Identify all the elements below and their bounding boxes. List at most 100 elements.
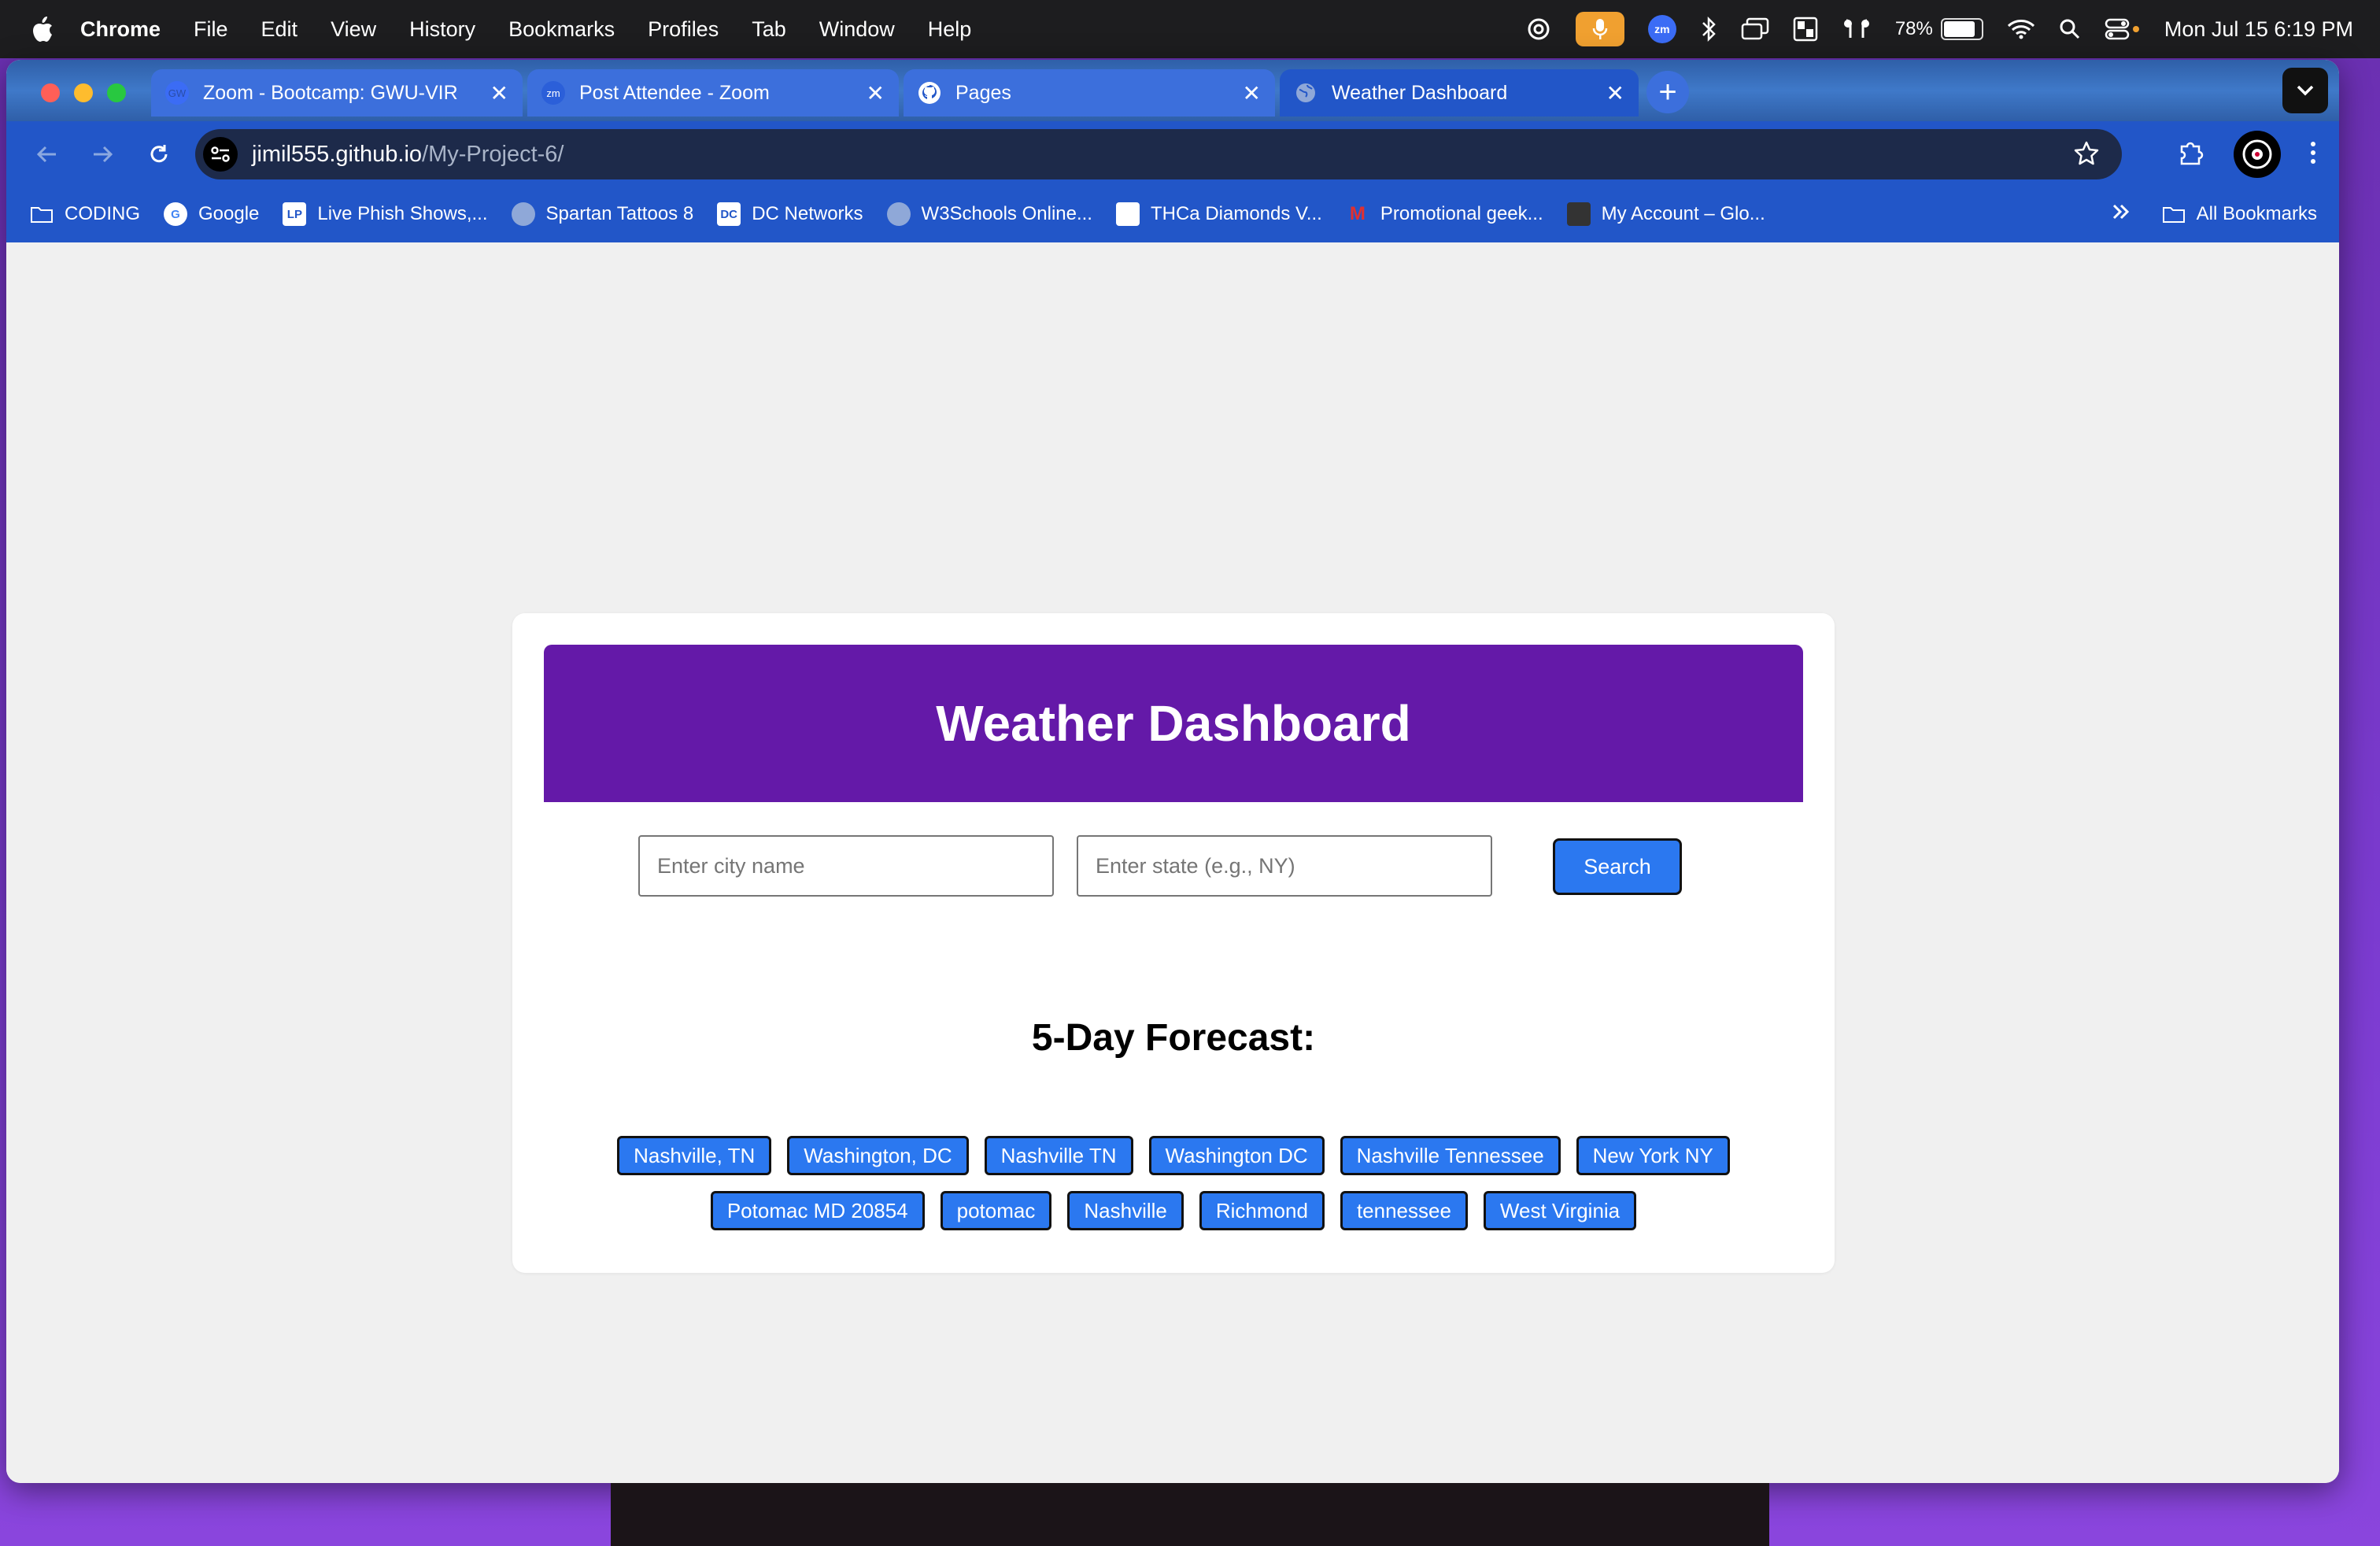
history-row: Nashville, TN Washington, DC Nashville T… <box>617 1136 1730 1175</box>
search-history: Nashville, TN Washington, DC Nashville T… <box>512 1136 1835 1230</box>
city-input[interactable] <box>638 835 1054 897</box>
close-tab-icon[interactable]: ✕ <box>490 80 508 106</box>
tab-title: Pages <box>955 81 1011 104</box>
history-button-washington-dc-2[interactable]: Washington DC <box>1148 1136 1325 1175</box>
close-window-button[interactable] <box>41 83 60 102</box>
forward-button[interactable] <box>87 139 118 170</box>
openai-icon[interactable] <box>1525 16 1552 43</box>
bookmark-thca-diamonds[interactable]: THCa Diamonds V... <box>1115 202 1322 226</box>
tab-pages[interactable]: Pages ✕ <box>904 69 1275 117</box>
window-controls <box>41 83 126 102</box>
history-button-potomac[interactable]: potomac <box>940 1191 1052 1230</box>
more-menu-icon[interactable] <box>2309 140 2317 169</box>
promo-icon: M <box>1349 203 1366 224</box>
history-button-richmond[interactable]: Richmond <box>1199 1191 1325 1230</box>
tab-zoom-bootcamp[interactable]: GW Zoom - Bootcamp: GWU-VIR ✕ <box>151 69 523 117</box>
history-button-nashville-tn-2[interactable]: Nashville TN <box>984 1136 1133 1175</box>
new-tab-button[interactable]: + <box>1646 71 1689 113</box>
page-title: Weather Dashboard <box>936 695 1411 752</box>
bookmarks-overflow-area: All Bookmarks <box>2112 186 2317 242</box>
menu-edit[interactable]: Edit <box>261 17 298 42</box>
menu-tab[interactable]: Tab <box>752 17 786 42</box>
bookmark-w3schools[interactable]: W3Schools Online... <box>886 202 1092 226</box>
state-input[interactable] <box>1077 835 1492 897</box>
tab-title: Weather Dashboard <box>1332 81 1508 104</box>
history-button-washington-dc[interactable]: Washington, DC <box>787 1136 969 1175</box>
thca-icon <box>1115 202 1140 226</box>
window-layout-icon[interactable] <box>1793 17 1818 42</box>
search-form: Search <box>512 835 1835 897</box>
globe-favicon-icon <box>1294 81 1318 105</box>
bookmark-star-icon[interactable] <box>2073 140 2100 173</box>
background-window-peek <box>611 1483 1769 1546</box>
wifi-icon[interactable] <box>2007 18 2035 40</box>
macos-menu-bar: Chrome File Edit View History Bookmarks … <box>0 0 2380 58</box>
extensions-icon[interactable] <box>2177 139 2205 171</box>
bookmark-google[interactable]: G Google <box>164 202 259 226</box>
screen-mirroring-icon[interactable] <box>1741 17 1769 41</box>
minimize-window-button[interactable] <box>74 83 93 102</box>
spotlight-search-icon[interactable] <box>2059 18 2081 40</box>
bookmark-label: DC Networks <box>752 203 863 224</box>
search-button[interactable]: Search <box>1553 838 1682 895</box>
bluetooth-icon[interactable] <box>1700 16 1717 43</box>
history-button-new-york-ny[interactable]: New York NY <box>1576 1136 1730 1175</box>
reload-icon <box>150 145 168 163</box>
page-viewport: Weather Dashboard Search 5-Day Forecast:… <box>6 242 2339 1483</box>
menu-bookmarks[interactable]: Bookmarks <box>508 17 615 42</box>
menu-help[interactable]: Help <box>928 17 972 42</box>
history-button-nashville-tn[interactable]: Nashville, TN <box>617 1136 772 1175</box>
history-button-nashville-tennessee[interactable]: Nashville Tennessee <box>1340 1136 1561 1175</box>
history-row: Potomac MD 20854 potomac Nashville Richm… <box>710 1191 1637 1230</box>
dashboard-card: Weather Dashboard Search 5-Day Forecast:… <box>512 613 1835 1273</box>
close-tab-icon[interactable]: ✕ <box>867 80 885 106</box>
back-button[interactable] <box>31 139 63 170</box>
bookmark-spartan-tattoos[interactable]: Spartan Tattoos 8 <box>511 202 693 226</box>
control-center-icon[interactable] <box>2105 18 2141 40</box>
menu-chrome[interactable]: Chrome <box>80 17 161 42</box>
menu-file[interactable]: File <box>194 17 228 42</box>
tab-search-button[interactable] <box>2282 68 2328 113</box>
account-icon <box>1566 202 1591 226</box>
bookmark-label: Promotional geek... <box>1380 203 1543 224</box>
chevron-double-right-icon[interactable] <box>2112 203 2131 226</box>
menu-window[interactable]: Window <box>819 17 895 42</box>
menu-history[interactable]: History <box>409 17 475 42</box>
globe-icon <box>511 202 535 226</box>
google-icon: G <box>164 202 187 226</box>
menubar-clock[interactable]: Mon Jul 15 6:19 PM <box>2164 17 2353 42</box>
tab-post-attendee-zoom[interactable]: zm Post Attendee - Zoom ✕ <box>527 69 899 117</box>
url-host: jimil555.github.io <box>252 141 423 167</box>
menu-view[interactable]: View <box>331 17 376 42</box>
microphone-icon[interactable] <box>1575 12 1624 46</box>
zoom-icon[interactable]: zm <box>1647 15 1676 43</box>
apple-logo-icon[interactable] <box>31 16 54 43</box>
tab-strip: GW Zoom - Bootcamp: GWU-VIR ✕ zm Post At… <box>6 60 2339 121</box>
bookmark-label: THCa Diamonds V... <box>1150 203 1322 224</box>
bookmark-promotional-geek[interactable]: M Promotional geek... <box>1346 202 1543 226</box>
battery-status[interactable]: 78% <box>1895 18 1983 40</box>
maximize-window-button[interactable] <box>107 83 126 102</box>
history-button-nashville[interactable]: Nashville <box>1067 1191 1184 1230</box>
bookmark-dc-networks[interactable]: DC DC Networks <box>717 202 863 226</box>
profile-avatar[interactable] <box>2234 131 2281 178</box>
folder-icon <box>30 202 54 226</box>
menu-profiles[interactable]: Profiles <box>648 17 719 42</box>
bookmark-live-phish[interactable]: LP Live Phish Shows,... <box>283 202 488 226</box>
history-button-west-virginia[interactable]: West Virginia <box>1483 1191 1637 1230</box>
airpods-icon[interactable] <box>1842 17 1872 41</box>
all-bookmarks-label: All Bookmarks <box>2196 203 2317 224</box>
close-tab-icon[interactable]: ✕ <box>1606 80 1624 106</box>
site-info-icon[interactable] <box>203 137 238 172</box>
bookmark-coding[interactable]: CODING <box>30 202 140 226</box>
history-button-potomac-md[interactable]: Potomac MD 20854 <box>710 1191 925 1230</box>
tab-weather-dashboard[interactable]: Weather Dashboard ✕ <box>1280 69 1639 117</box>
history-button-tennessee[interactable]: tennessee <box>1340 1191 1468 1230</box>
address-bar[interactable]: jimil555.github.io/My-Project-6/ <box>195 129 2122 179</box>
gw-favicon-icon: GW <box>165 81 189 105</box>
all-bookmarks-button[interactable]: All Bookmarks <box>2162 202 2317 226</box>
reload-button[interactable] <box>143 139 175 170</box>
bookmark-my-account[interactable]: My Account – Glo... <box>1566 202 1765 226</box>
tab-title: Zoom - Bootcamp: GWU-VIR <box>203 81 458 104</box>
close-tab-icon[interactable]: ✕ <box>1243 80 1261 106</box>
